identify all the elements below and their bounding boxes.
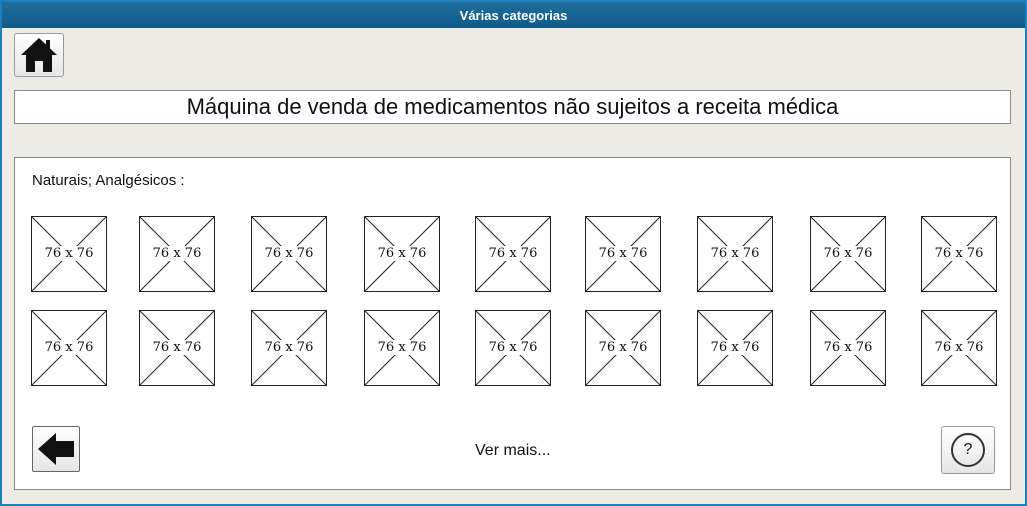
see-more-link[interactable]: Ver mais... (475, 442, 551, 460)
product-thumbnail[interactable]: 76 x 76 (810, 216, 886, 292)
placeholder-size-label: 76 x 76 (140, 246, 214, 261)
window-title: Várias categorias (459, 7, 568, 23)
product-thumbnail[interactable]: 76 x 76 (697, 216, 773, 292)
placeholder-size-text: 76 x 76 (597, 246, 649, 261)
placeholder-size-text: 76 x 76 (43, 246, 95, 261)
placeholder-size-label: 76 x 76 (140, 340, 214, 355)
placeholder-size-label: 76 x 76 (586, 340, 660, 355)
placeholder-size-text: 76 x 76 (376, 340, 428, 355)
product-thumbnail[interactable]: 76 x 76 (585, 216, 661, 292)
placeholder-size-label: 76 x 76 (32, 246, 106, 261)
placeholder-size-text: 76 x 76 (933, 340, 985, 355)
placeholder-size-label: 76 x 76 (252, 246, 326, 261)
placeholder-size-text: 76 x 76 (597, 340, 649, 355)
placeholder-size-label: 76 x 76 (476, 340, 550, 355)
product-thumbnail[interactable]: 76 x 76 (585, 310, 661, 386)
window-titlebar: Várias categorias (2, 2, 1025, 28)
placeholder-size-text: 76 x 76 (822, 340, 874, 355)
product-thumbnail[interactable]: 76 x 76 (697, 310, 773, 386)
page-title-box: Máquina de venda de medicamentos não suj… (14, 90, 1011, 124)
product-thumbnail[interactable]: 76 x 76 (139, 216, 215, 292)
placeholder-size-text: 76 x 76 (263, 340, 315, 355)
product-thumbnail[interactable]: 76 x 76 (251, 216, 327, 292)
category-label: Naturais; Analgésicos : (32, 172, 185, 189)
arrow-left-icon (38, 433, 74, 465)
product-thumbnail[interactable]: 76 x 76 (31, 216, 107, 292)
back-button[interactable] (32, 426, 80, 472)
home-button[interactable] (14, 33, 64, 77)
placeholder-size-text: 76 x 76 (822, 246, 874, 261)
product-thumbnail[interactable]: 76 x 76 (475, 310, 551, 386)
product-thumbnail[interactable]: 76 x 76 (251, 310, 327, 386)
help-button[interactable]: ? (941, 426, 995, 474)
placeholder-size-text: 76 x 76 (933, 246, 985, 261)
help-label: ? (963, 441, 973, 458)
placeholder-size-text: 76 x 76 (487, 246, 539, 261)
home-icon (21, 38, 57, 72)
app-window: Várias categorias Máquina de venda de me… (0, 0, 1027, 506)
placeholder-size-text: 76 x 76 (709, 340, 761, 355)
products-panel: Naturais; Analgésicos : 76 x 76 76 x 76 76… (14, 157, 1011, 490)
placeholder-size-label: 76 x 76 (698, 340, 772, 355)
product-thumbnail[interactable]: 76 x 76 (921, 310, 997, 386)
placeholder-size-label: 76 x 76 (365, 340, 439, 355)
product-thumbnail[interactable]: 76 x 76 (364, 216, 440, 292)
placeholder-size-text: 76 x 76 (263, 246, 315, 261)
placeholder-size-label: 76 x 76 (811, 340, 885, 355)
placeholder-size-text: 76 x 76 (487, 340, 539, 355)
placeholder-size-label: 76 x 76 (922, 340, 996, 355)
placeholder-size-label: 76 x 76 (586, 246, 660, 261)
product-thumbnail[interactable]: 76 x 76 (31, 310, 107, 386)
product-thumbnail[interactable]: 76 x 76 (139, 310, 215, 386)
placeholder-size-label: 76 x 76 (32, 340, 106, 355)
product-thumbnail[interactable]: 76 x 76 (810, 310, 886, 386)
help-icon: ? (951, 433, 985, 467)
placeholder-size-text: 76 x 76 (151, 246, 203, 261)
placeholder-size-text: 76 x 76 (709, 246, 761, 261)
placeholder-size-label: 76 x 76 (476, 246, 550, 261)
placeholder-size-label: 76 x 76 (811, 246, 885, 261)
placeholder-size-label: 76 x 76 (922, 246, 996, 261)
placeholder-size-label: 76 x 76 (365, 246, 439, 261)
product-thumbnail[interactable]: 76 x 76 (921, 216, 997, 292)
placeholder-size-label: 76 x 76 (698, 246, 772, 261)
product-thumbnail[interactable]: 76 x 76 (475, 216, 551, 292)
placeholder-size-text: 76 x 76 (151, 340, 203, 355)
placeholder-size-text: 76 x 76 (43, 340, 95, 355)
placeholder-size-text: 76 x 76 (376, 246, 428, 261)
placeholder-size-label: 76 x 76 (252, 340, 326, 355)
page-title: Máquina de venda de medicamentos não suj… (186, 94, 839, 119)
product-thumbnail[interactable]: 76 x 76 (364, 310, 440, 386)
